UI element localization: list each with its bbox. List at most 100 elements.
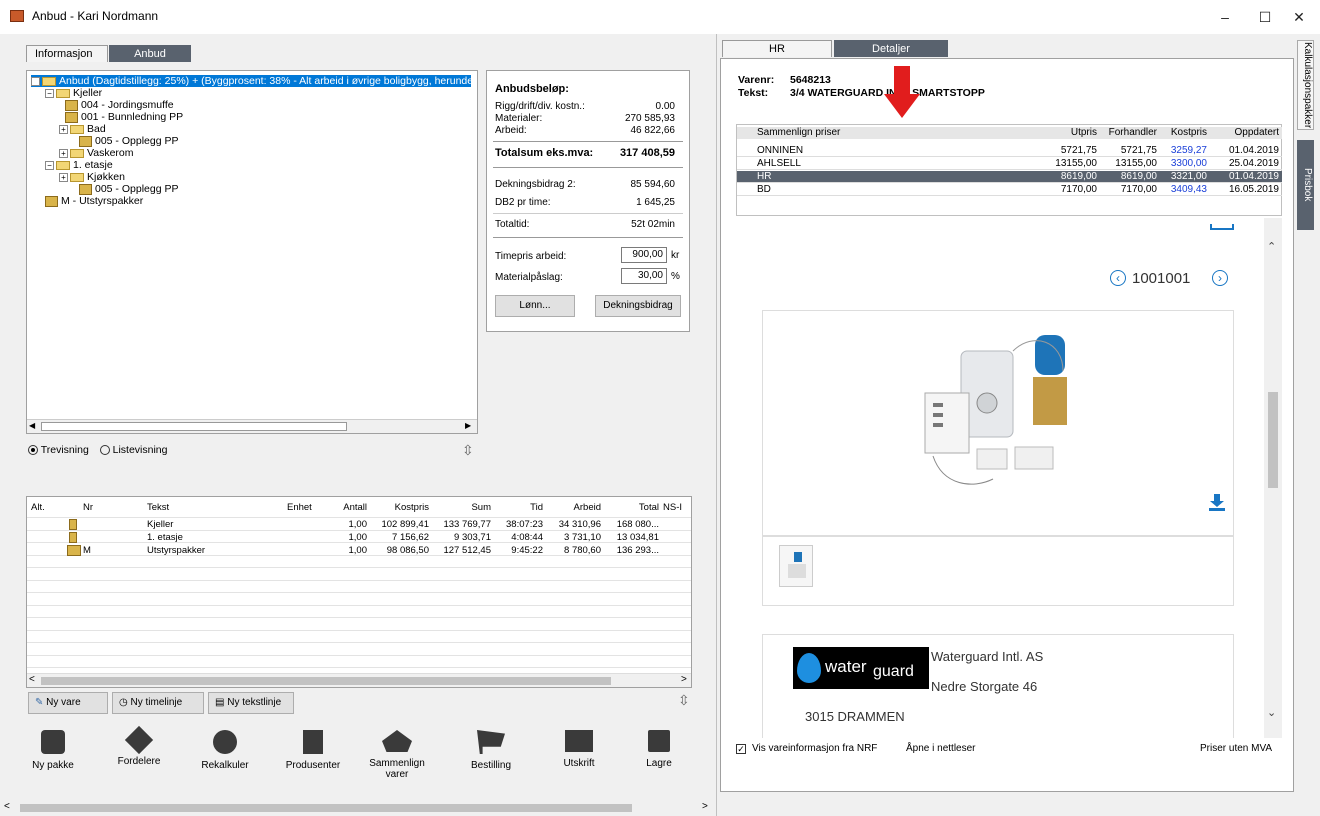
tree-row[interactable]: + Vaskerom: [59, 147, 134, 159]
compare-row[interactable]: AHLSELL 13155,00 13155,00 3300,00 25.04.2019: [737, 158, 1282, 170]
grid-scroll-thumb[interactable]: [41, 677, 611, 685]
compare-column-header[interactable]: Kostpris: [1157, 127, 1207, 139]
column-header[interactable]: Arbeid: [543, 501, 601, 514]
column-header[interactable]: Sum: [429, 501, 491, 514]
tree-row[interactable]: 005 - Opplegg PP: [79, 183, 178, 195]
compare-column-header[interactable]: Oppdatert: [1211, 127, 1279, 139]
ny-tekstlinje-button[interactable]: ▤ Ny tekstlinje: [208, 692, 294, 714]
compare-row[interactable]: ONNINEN 5721,75 5721,75 3259,27 01.04.2019: [737, 145, 1282, 157]
lonn-button[interactable]: Lønn...: [495, 295, 575, 317]
tab-anbud[interactable]: Anbud: [109, 45, 191, 62]
compare-column-header[interactable]: Sammenlign priser: [757, 127, 957, 139]
main-scroll-thumb[interactable]: [20, 804, 632, 812]
scroll-left-icon[interactable]: <: [29, 674, 35, 685]
bestilling-button[interactable]: Bestilling: [460, 730, 522, 771]
minimize-button[interactable]: –: [1210, 6, 1240, 28]
table-row[interactable]: M Utstyrspakker 1,00 98 086,50 127 512,45 9:4…: [27, 544, 691, 557]
trevisning-label[interactable]: Trevisning: [41, 444, 89, 456]
tree-row[interactable]: 005 - Opplegg PP: [79, 135, 178, 147]
compare-cell-utpris: 5721,75: [1060, 145, 1097, 156]
column-header[interactable]: Tekst: [147, 501, 257, 514]
tree-row[interactable]: 001 - Bunnledning PP: [65, 111, 183, 123]
column-header[interactable]: NS-I: [663, 501, 691, 514]
scroll-up-icon[interactable]: ⌃: [1267, 240, 1276, 253]
rekalkuler-button[interactable]: Rekalkuler: [194, 730, 256, 771]
tree-row[interactable]: − Kjeller: [45, 87, 102, 99]
scroll-left-icon[interactable]: <: [4, 801, 10, 812]
column-header[interactable]: Antall: [327, 501, 367, 514]
table-row[interactable]: 1. etasje 1,00 7 156,62 9 303,71 4:08:44 3 73…: [27, 531, 691, 544]
ny-pakke-button[interactable]: Ny pakke: [22, 730, 84, 771]
package-icon: [79, 183, 92, 195]
column-header[interactable]: Tid: [491, 501, 543, 514]
sammenlign-varer-button[interactable]: Sammenlign varer: [366, 730, 428, 780]
thumbnail[interactable]: [779, 545, 813, 587]
timepris-input[interactable]: 900,00: [621, 247, 667, 263]
nrf-checkbox[interactable]: ✓: [736, 744, 746, 754]
share-icon[interactable]: [1210, 224, 1234, 230]
collapse-icon[interactable]: −: [45, 160, 54, 170]
column-header[interactable]: Total: [601, 501, 659, 514]
side-tab-kalkulasjonspakker[interactable]: Kalkulasjonspakker: [1297, 40, 1314, 130]
materialpaslag-input[interactable]: 30,00: [621, 268, 667, 284]
scroll-right-icon[interactable]: >: [702, 801, 708, 812]
scroll-down-icon[interactable]: ⌄: [1267, 706, 1276, 719]
tab-informasjon[interactable]: Informasjon: [26, 45, 108, 62]
ny-timelinje-label: Ny timelinje: [130, 697, 183, 708]
fordelere-button[interactable]: Fordelere: [108, 725, 170, 767]
column-header[interactable]: Enhet: [287, 501, 327, 514]
collapse-icon[interactable]: −: [45, 88, 54, 98]
tree-row[interactable]: 004 - Jordingsmuffe: [65, 99, 174, 111]
expand-icon[interactable]: +: [59, 124, 68, 134]
table-row[interactable]: Kjeller 1,00 102 899,41 133 769,77 38:07:23 3…: [27, 518, 691, 531]
compare-cell-dato: 01.04.2019: [1228, 145, 1279, 156]
radio-trevisning-icon[interactable]: [28, 445, 38, 456]
column-header[interactable]: Nr: [83, 501, 113, 514]
main-hscrollbar[interactable]: < >: [0, 800, 716, 816]
scroll-right-icon[interactable]: >: [681, 674, 687, 685]
produsenter-button[interactable]: Produsenter: [282, 730, 344, 771]
compare-row[interactable]: HR 8619,00 8619,00 3321,00 01.04.2019: [737, 171, 1282, 183]
listevisning-label[interactable]: Listevisning: [113, 444, 168, 456]
download-icon[interactable]: [1208, 494, 1226, 512]
grid-hscrollbar[interactable]: < >: [27, 673, 691, 687]
ny-timelinje-button[interactable]: ◷ Ny timelinje: [112, 692, 204, 714]
tree-row[interactable]: + Bad: [59, 123, 106, 135]
tree-hscrollbar[interactable]: ◀ ▶: [27, 419, 477, 433]
compare-column-header[interactable]: Utpris: [1037, 127, 1097, 139]
tab-detaljer[interactable]: Detaljer: [834, 40, 948, 57]
utskrift-button[interactable]: Utskrift: [548, 730, 610, 769]
maximize-button[interactable]: ☐: [1250, 6, 1280, 28]
tree-row[interactable]: M - Utstyrspakker: [45, 195, 143, 207]
open-browser-link[interactable]: Åpne i nettleser: [906, 743, 976, 754]
splitter-arrows-icon[interactable]: ⇳: [462, 442, 474, 459]
ny-vare-button[interactable]: ✎ Ny vare: [28, 692, 108, 714]
tab-hr[interactable]: HR: [722, 40, 832, 57]
compare-column-header[interactable]: Forhandler: [1099, 127, 1157, 139]
column-header[interactable]: Kostpris: [367, 501, 429, 514]
tree-scroll-thumb[interactable]: [41, 422, 347, 431]
close-button[interactable]: ✕: [1284, 6, 1314, 28]
thumbnail-image: [788, 564, 806, 578]
tree-row[interactable]: − 1. etasje: [45, 159, 113, 171]
tree-row[interactable]: + Kjøkken: [59, 171, 125, 183]
scroll-right-icon[interactable]: ▶: [465, 421, 475, 432]
lagre-button[interactable]: Lagre: [628, 730, 690, 769]
collapse-icon[interactable]: −: [31, 76, 40, 86]
webview-scroll-thumb[interactable]: [1268, 392, 1278, 488]
nrf-checkbox-label[interactable]: Vis vareinformasjon fra NRF: [752, 743, 877, 754]
tree-row[interactable]: − Anbud (Dagtidstillegg: 25%) + (Byggpros…: [31, 75, 477, 87]
radio-listevisning-icon[interactable]: [99, 445, 110, 456]
webview-vscrollbar[interactable]: ⌃ ⌄: [1264, 218, 1282, 738]
dekningsbidrag-button[interactable]: Dekningsbidrag: [595, 295, 681, 317]
side-tab-prisbok[interactable]: Prisbok: [1297, 140, 1314, 230]
expand-icon[interactable]: +: [59, 172, 68, 182]
cell-tid: 38:07:23: [506, 519, 543, 530]
splitter-arrows-icon[interactable]: ⇳: [678, 692, 690, 709]
scroll-left-icon[interactable]: ◀: [29, 421, 39, 432]
expand-icon[interactable]: +: [59, 148, 68, 158]
compare-row[interactable]: BD 7170,00 7170,00 3409,43 16.05.2019: [737, 184, 1282, 196]
column-header[interactable]: Alt.: [31, 501, 53, 514]
next-icon[interactable]: ›: [1212, 270, 1228, 286]
prev-icon[interactable]: ‹: [1110, 270, 1126, 286]
